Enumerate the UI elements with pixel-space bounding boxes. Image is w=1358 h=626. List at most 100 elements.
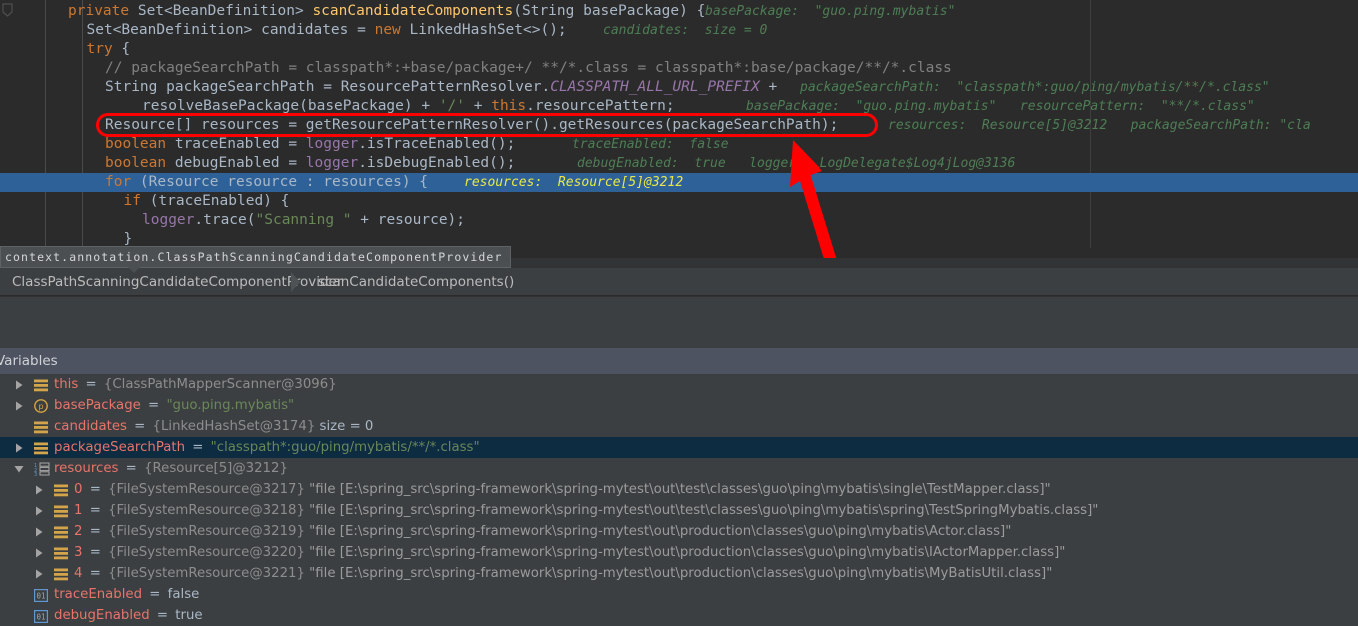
tree-expand-arrow-icon[interactable] [14, 374, 24, 395]
variable-name: traceEnabled [54, 587, 143, 602]
code-line[interactable]: try { [0, 40, 1358, 59]
variables-tree-row[interactable]: packageSearchPath = "classpath*:guo/ping… [0, 437, 1358, 458]
code-line[interactable]: // packageSearchPath = classpath*:+base/… [0, 59, 1358, 78]
inline-debug-value-hint: resources: Resource[5]@3212 [464, 175, 684, 190]
variable-type: {FileSystemResource@3218} [108, 503, 305, 518]
code-line[interactable]: for (Resource resource : resources) {res… [0, 173, 1358, 192]
code-line-text: if (traceEnabled) { [123, 193, 290, 209]
code-line-text: boolean debugEnabled = logger.isDebugEna… [105, 155, 516, 171]
object-icon [34, 441, 48, 455]
breadcrumb-separator-icon [291, 272, 300, 292]
equals-sign: = [129, 419, 150, 434]
idea-debugger-window: private Set<BeanDefinition> scanCandidat… [0, 0, 1358, 626]
inline-debug-value-hint: candidates: size = 0 [603, 23, 768, 38]
code-line[interactable]: private Set<BeanDefinition> scanCandidat… [0, 2, 1358, 21]
tree-collapse-arrow-icon[interactable] [14, 458, 24, 479]
tree-expand-arrow-icon[interactable] [34, 479, 44, 500]
variables-tree-row[interactable]: 3 = {FileSystemResource@3220} "file [E:\… [0, 542, 1358, 563]
equals-sign: = [81, 377, 101, 392]
variables-row-text: candidates = {LinkedHashSet@3174} size =… [54, 416, 373, 437]
tree-expand-arrow-icon[interactable] [14, 395, 24, 416]
tree-expand-arrow-icon[interactable] [34, 563, 44, 584]
variables-row-text: 2 = {FileSystemResource@3219} "file [E:\… [74, 521, 1011, 542]
code-line-text: logger.trace("Scanning " + resource); [142, 212, 466, 228]
variables-row-text: resources = {Resource[5]@3212} [54, 458, 288, 479]
variables-tree-row[interactable]: p basePackage = "guo.ping.mybatis" [0, 395, 1358, 416]
variables-row-text: this = {ClassPathMapperScanner@3096} [54, 374, 337, 395]
object-icon [54, 483, 68, 497]
variable-extra: size = 0 [315, 419, 374, 434]
variables-row-text: traceEnabled = false [54, 584, 199, 605]
variables-tree-row[interactable]: 4 = {FileSystemResource@3221} "file [E:\… [0, 563, 1358, 584]
code-line-text: Resource[] resources = getResourcePatter… [105, 117, 839, 133]
code-line-text: private Set<BeanDefinition> scanCandidat… [68, 3, 706, 19]
tree-expand-arrow-icon[interactable] [34, 521, 44, 542]
object-icon [54, 504, 68, 518]
variables-tree-row[interactable]: 01 traceEnabled = false [0, 584, 1358, 605]
object-icon [34, 420, 48, 434]
object-icon [54, 567, 68, 581]
code-line[interactable]: resolveBasePackage(basePackage) + '/' + … [0, 97, 1358, 116]
array-icon: 123 [34, 462, 50, 478]
variable-name: packageSearchPath [54, 440, 186, 455]
variables-panel-header[interactable]: Variables [0, 348, 1358, 374]
object-icon [34, 378, 48, 392]
variables-tree-row[interactable]: this = {ClassPathMapperScanner@3096} [0, 374, 1358, 395]
variable-type: {FileSystemResource@3217} [108, 482, 305, 497]
breadcrumb[interactable]: ClassPathScanningCandidateComponentProvi… [0, 268, 1358, 296]
variable-type: {FileSystemResource@3220} [108, 545, 305, 560]
code-line-text: boolean traceEnabled = logger.isTraceEna… [105, 136, 516, 152]
variables-row-text: 3 = {FileSystemResource@3220} "file [E:\… [74, 542, 1065, 563]
svg-text:01: 01 [36, 591, 45, 600]
equals-sign: = [85, 482, 106, 497]
variables-tree-row[interactable]: candidates = {LinkedHashSet@3174} size =… [0, 416, 1358, 437]
code-line[interactable]: String packageSearchPath = ResourcePatte… [0, 78, 1358, 97]
tree-expand-arrow-icon[interactable] [34, 500, 44, 521]
code-editor[interactable]: private Set<BeanDefinition> scanCandidat… [0, 0, 1358, 248]
inline-debug-value-hint: resources: Resource[5]@3212 packageSearc… [888, 118, 1311, 133]
inline-debug-value-hint: basePackage: "guo.ping.mybatis" [705, 4, 956, 19]
variables-tree-row[interactable]: 01 debugEnabled = true [0, 605, 1358, 626]
code-line[interactable]: boolean debugEnabled = logger.isDebugEna… [0, 154, 1358, 173]
variable-extra: false [167, 587, 200, 602]
tree-expand-arrow-icon[interactable] [14, 437, 24, 458]
variables-row-text: packageSearchPath = "classpath*:guo/ping… [54, 437, 480, 458]
variable-name: debugEnabled [54, 608, 150, 623]
variable-value: "file [E:\spring_src\spring-framework\sp… [304, 503, 1099, 518]
inline-debug-value-hint: debugEnabled: true logger: LogDelegate$L… [577, 156, 1016, 171]
variables-tree-row[interactable]: 0 = {FileSystemResource@3217} "file [E:\… [0, 479, 1358, 500]
equals-sign: = [143, 398, 164, 413]
debugger-toolbar-strip [0, 296, 1358, 618]
variable-value: "file [E:\spring_src\spring-framework\sp… [304, 482, 1051, 497]
code-line[interactable]: Resource[] resources = getResourcePatter… [0, 116, 1358, 135]
primitive-icon: 01 [34, 609, 49, 624]
inline-debug-value-hint: basePackage: "guo.ping.mybatis" resource… [746, 99, 1255, 114]
equals-sign: = [85, 566, 106, 581]
variables-tree-row[interactable]: 2 = {FileSystemResource@3219} "file [E:\… [0, 521, 1358, 542]
variables-row-text: 1 = {FileSystemResource@3218} "file [E:\… [74, 500, 1098, 521]
variable-value: "classpath*:guo/ping/mybatis/**/*.class" [210, 440, 480, 455]
code-line[interactable]: logger.trace("Scanning " + resource); [0, 211, 1358, 230]
variable-value: "file [E:\spring_src\spring-framework\sp… [304, 524, 1012, 539]
variables-row-text: 4 = {FileSystemResource@3221} "file [E:\… [74, 563, 1052, 584]
variables-tree[interactable]: this = {ClassPathMapperScanner@3096} p bas… [0, 374, 1358, 626]
parameter-icon: p [34, 399, 48, 413]
variable-name: candidates [54, 419, 127, 434]
variables-tree-row[interactable]: 1 2 3 resources = {Resource[5]@3212} [0, 458, 1358, 479]
variable-type: {FileSystemResource@3219} [108, 524, 305, 539]
svg-text:01: 01 [36, 612, 45, 621]
equals-sign: = [85, 524, 106, 539]
variable-value: "file [E:\spring_src\spring-framework\sp… [304, 566, 1053, 581]
object-icon [54, 525, 68, 539]
code-line[interactable]: if (traceEnabled) { [0, 192, 1358, 211]
variables-row-text: basePackage = "guo.ping.mybatis" [54, 395, 294, 416]
tree-expand-arrow-icon[interactable] [34, 542, 44, 563]
code-line-text: Set<BeanDefinition> candidates = new Lin… [86, 22, 567, 38]
breadcrumb-method[interactable]: scanCandidateComponents() [314, 268, 518, 296]
variables-row-text: 0 = {FileSystemResource@3217} "file [E:\… [74, 479, 1051, 500]
class-path-tooltip: context.annotation.ClassPathScanningCand… [0, 246, 512, 268]
code-line[interactable]: boolean traceEnabled = logger.isTraceEna… [0, 135, 1358, 154]
code-line[interactable]: Set<BeanDefinition> candidates = new Lin… [0, 21, 1358, 40]
variables-tree-row[interactable]: 1 = {FileSystemResource@3218} "file [E:\… [0, 500, 1358, 521]
code-line-text: // packageSearchPath = classpath*:+base/… [105, 60, 952, 76]
